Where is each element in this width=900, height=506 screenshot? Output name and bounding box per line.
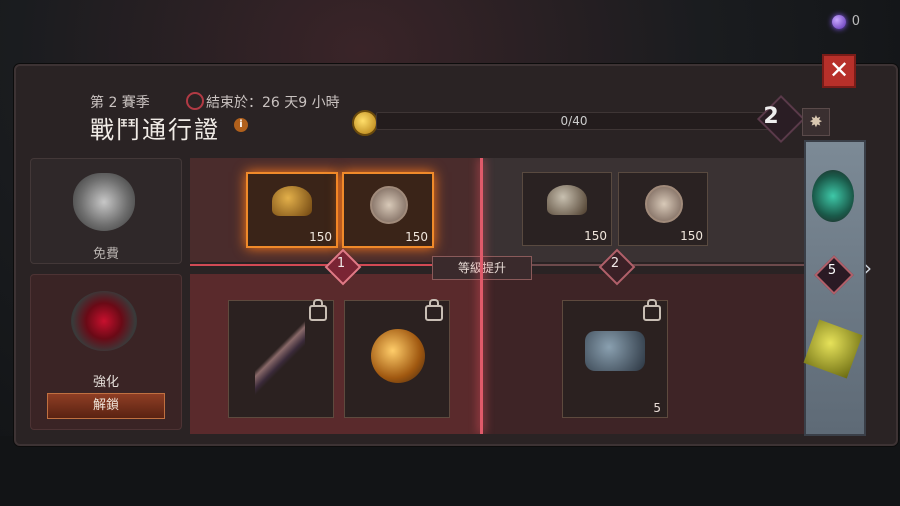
current-progress-divider [480,158,483,434]
scroll-icon [585,331,645,371]
chevron-right-icon[interactable]: › [864,256,872,280]
reward-amount: 150 [584,229,607,243]
currency-amount: 0 [851,14,860,29]
helmet-icon [547,185,587,215]
xp-progress-bar: 0/40 [376,112,772,130]
crossbow-icon [255,321,305,395]
rose-emblem-icon [71,291,137,351]
milestone-level: 5 [827,263,837,278]
free-reward-2[interactable]: 150 [342,172,434,248]
free-track-label: 免費 [92,247,119,262]
lock-icon [309,299,327,321]
reward-track: 150 150 150 150 1 等級提升 2 5 [190,158,850,434]
lock-icon [643,299,661,321]
currency-display: 0 [831,14,860,29]
season-timer: 結束於：26 天9 小時 [206,95,340,111]
close-button[interactable]: ✕ [822,54,856,88]
background-bottom [0,436,900,506]
helmet-icon [272,186,312,216]
demon-mask-icon [812,170,854,222]
level-node-1-label: 1 [336,256,346,271]
premium-track-panel: 強化 解鎖 [30,274,182,430]
reward-amount: 5 [653,401,661,415]
free-track-emblem-icon [73,173,135,231]
xp-icon [352,110,378,136]
page-title: 戰鬥通行證 [90,116,220,144]
reward-amount: 150 [405,230,428,244]
coin-icon [370,186,408,224]
reward-amount: 150 [680,229,703,243]
level-node-2-label: 2 [610,256,620,271]
lock-icon [425,299,443,321]
premium-track-label: 強化 [92,375,119,390]
coin-icon [645,185,683,223]
premium-reward-1[interactable] [228,299,334,418]
free-reward-1[interactable]: 150 [246,172,338,248]
free-reward-4[interactable]: 150 [618,172,708,246]
gold-orb-icon [371,329,425,383]
premium-reward-2[interactable] [344,299,450,418]
free-reward-3[interactable]: 150 [522,172,612,246]
rank-icon-button[interactable]: ✸ [802,108,830,136]
current-level: 2 [763,104,779,129]
reward-amount: 150 [309,230,332,244]
xp-progress-text: 0/40 [560,114,588,128]
premium-reward-3[interactable]: 5 [562,299,668,418]
clock-icon [186,92,204,110]
info-icon[interactable]: i [234,118,248,132]
season-label: 第 2 賽季 [90,95,150,111]
currency-orb-icon [831,14,846,29]
track-labels: 免費 強化 解鎖 [30,158,182,430]
battle-pass-header: 第 2 賽季 結束於：26 天9 小時 戰鬥通行證 i 0/40 2 ✸ [30,80,850,152]
free-track-panel: 免費 [30,158,182,264]
unlock-button[interactable]: 解鎖 [47,393,165,419]
